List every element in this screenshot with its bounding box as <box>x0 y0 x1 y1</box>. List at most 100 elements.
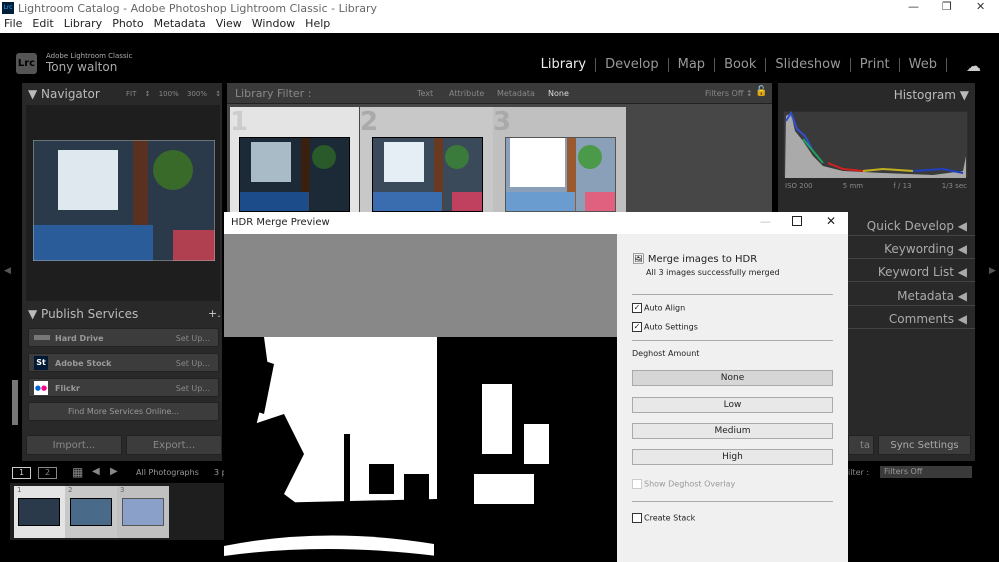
secondary-window-button[interactable]: 2 <box>38 467 57 479</box>
filmstrip-cell-1[interactable]: 1 <box>14 486 65 538</box>
sync-settings-button[interactable]: Sync Settings <box>878 435 971 455</box>
left-scrollbar[interactable] <box>12 380 18 425</box>
primary-window-button[interactable]: 1 <box>12 467 31 479</box>
dialog-minimize-button[interactable]: — <box>760 215 771 228</box>
filmstrip-cell-2[interactable]: 2 <box>65 486 117 538</box>
navigator-zoom: FIT ↕ 100% 300% ↕ <box>126 90 221 98</box>
publish-services-header[interactable]: ▼ Publish Services <box>28 307 138 321</box>
publish-hard-drive[interactable]: Hard Drive Set Up... <box>28 328 219 347</box>
menu-photo[interactable]: Photo <box>112 17 143 30</box>
filter-metadata[interactable]: Metadata <box>497 89 535 98</box>
flickr-icon: ●● <box>34 381 48 395</box>
show-deghost-overlay-checkbox[interactable]: Show Deghost Overlay <box>632 479 735 489</box>
module-slideshow[interactable]: Slideshow <box>766 58 851 72</box>
menu-library[interactable]: Library <box>64 17 102 30</box>
app-icon: Lrc <box>2 2 14 14</box>
sync-metadata-button[interactable]: ta <box>848 435 874 455</box>
cell-number: 3 <box>493 107 512 137</box>
publish-flickr[interactable]: ●● Flickr Set Up... <box>28 378 219 397</box>
checkbox-label: Auto Settings <box>644 322 698 332</box>
navigator-header[interactable]: ▼ Navigator <box>28 87 100 101</box>
zoom-300[interactable]: 300% ↕ <box>187 90 221 98</box>
dialog-close-button[interactable]: ✕ <box>826 214 836 228</box>
filmstrip-cell-3[interactable]: 3 <box>117 486 169 538</box>
divider <box>632 294 833 295</box>
focal-length: 5 mm <box>842 182 864 190</box>
menu-metadata[interactable]: Metadata <box>154 17 206 30</box>
menu-window[interactable]: Window <box>252 17 295 30</box>
menu-help[interactable]: Help <box>305 17 330 30</box>
menu-edit[interactable]: Edit <box>32 17 53 30</box>
grid-view-icon[interactable]: ▦ <box>72 465 83 479</box>
menu-file[interactable]: File <box>4 17 22 30</box>
close-button[interactable]: ✕ <box>976 0 985 13</box>
lock-icon[interactable]: 🔓 <box>755 86 767 97</box>
navigator-preview[interactable] <box>26 105 220 301</box>
grid-cell-3[interactable]: 3 <box>493 107 626 212</box>
cell-number: 3 <box>120 486 125 494</box>
cell-number: 1 <box>17 486 22 494</box>
create-stack-checkbox[interactable]: Create Stack <box>632 513 695 523</box>
setup-link[interactable]: Set Up... <box>176 384 210 393</box>
deghost-medium-button[interactable]: Medium <box>632 423 833 439</box>
panel-title: Keywording <box>884 242 954 256</box>
menu-bar: File Edit Library Photo Metadata View Window He… <box>0 17 999 33</box>
import-button[interactable]: Import... <box>26 435 122 455</box>
window-title-bar: Lrc Lightroom Catalog - Adobe Photoshop … <box>0 0 999 17</box>
iso: ISO 200 <box>785 182 813 190</box>
user-name: Tony walton <box>46 60 118 74</box>
deghost-low-button[interactable]: Low <box>632 397 833 413</box>
deghost-none-button[interactable]: None <box>632 370 833 386</box>
module-print[interactable]: Print <box>851 58 900 72</box>
restore-button[interactable]: ❐ <box>942 0 952 13</box>
auto-align-checkbox[interactable]: ✓ Auto Align <box>632 303 685 313</box>
module-web[interactable]: Web <box>900 58 947 72</box>
publish-adobe-stock[interactable]: St Adobe Stock Set Up... <box>28 353 219 372</box>
module-map[interactable]: Map <box>669 58 716 72</box>
checkbox-unchecked-icon <box>632 513 642 523</box>
filter-text[interactable]: Text <box>417 89 433 98</box>
export-button[interactable]: Export... <box>126 435 222 455</box>
histogram-title: Histogram <box>893 88 956 102</box>
cloud-icon[interactable]: ☁ <box>966 57 981 75</box>
filter-none[interactable]: None <box>548 89 569 98</box>
histogram-header[interactable]: Histogram ▼ <box>778 88 975 102</box>
aperture: f / 13 <box>893 182 912 190</box>
filmstrip-thumbnail <box>70 498 112 526</box>
shutter-speed: 1/3 sec <box>941 182 967 190</box>
forward-arrow-icon[interactable]: ▶ <box>110 466 118 477</box>
back-arrow-icon[interactable]: ◀ <box>92 466 100 477</box>
add-publish-button[interactable]: +. <box>208 307 221 320</box>
panel-title: Quick Develop <box>866 219 954 233</box>
minimize-button[interactable]: — <box>908 0 919 13</box>
setup-link[interactable]: Set Up... <box>176 359 210 368</box>
zoom-fit[interactable]: FIT ↕ <box>126 90 150 98</box>
find-more-services-button[interactable]: Find More Services Online... <box>28 402 219 421</box>
grid-cell-1[interactable]: 1 <box>230 107 359 212</box>
dialog-maximize-button[interactable] <box>792 216 802 226</box>
module-book[interactable]: Book <box>715 58 767 72</box>
filter-preset-select[interactable]: Filters Off ↕ <box>705 89 753 98</box>
auto-settings-checkbox[interactable]: ✓ Auto Settings <box>632 322 698 332</box>
histogram-chart <box>783 111 968 178</box>
module-library[interactable]: Library <box>532 58 597 72</box>
menu-view[interactable]: View <box>216 17 242 30</box>
navigator-title: Navigator <box>41 87 100 101</box>
left-panel-toggle-icon[interactable]: ◀ <box>4 266 11 276</box>
filter-attribute[interactable]: Attribute <box>449 89 484 98</box>
right-panel-toggle-icon[interactable]: ▶ <box>989 266 996 276</box>
module-develop[interactable]: Develop <box>596 58 669 72</box>
navigator-image <box>33 140 215 261</box>
zoom-100[interactable]: 100% <box>159 90 179 98</box>
setup-link[interactable]: Set Up... <box>176 334 210 343</box>
checkbox-checked-icon: ✓ <box>632 322 642 332</box>
deghost-high-button[interactable]: High <box>632 449 833 465</box>
filmstrip-source[interactable]: All Photographs <box>136 468 199 477</box>
window-title: Lightroom Catalog - Adobe Photoshop Ligh… <box>18 2 378 15</box>
checkbox-label: Create Stack <box>644 513 696 523</box>
grid-cell-2[interactable]: 2 <box>360 107 493 212</box>
checkbox-label: Show Deghost Overlay <box>644 479 736 489</box>
filmstrip-thumbnail <box>18 498 60 526</box>
filmstrip-filter-select[interactable]: Filters Off <box>880 466 972 478</box>
filmstrip-thumbnail <box>122 498 164 526</box>
